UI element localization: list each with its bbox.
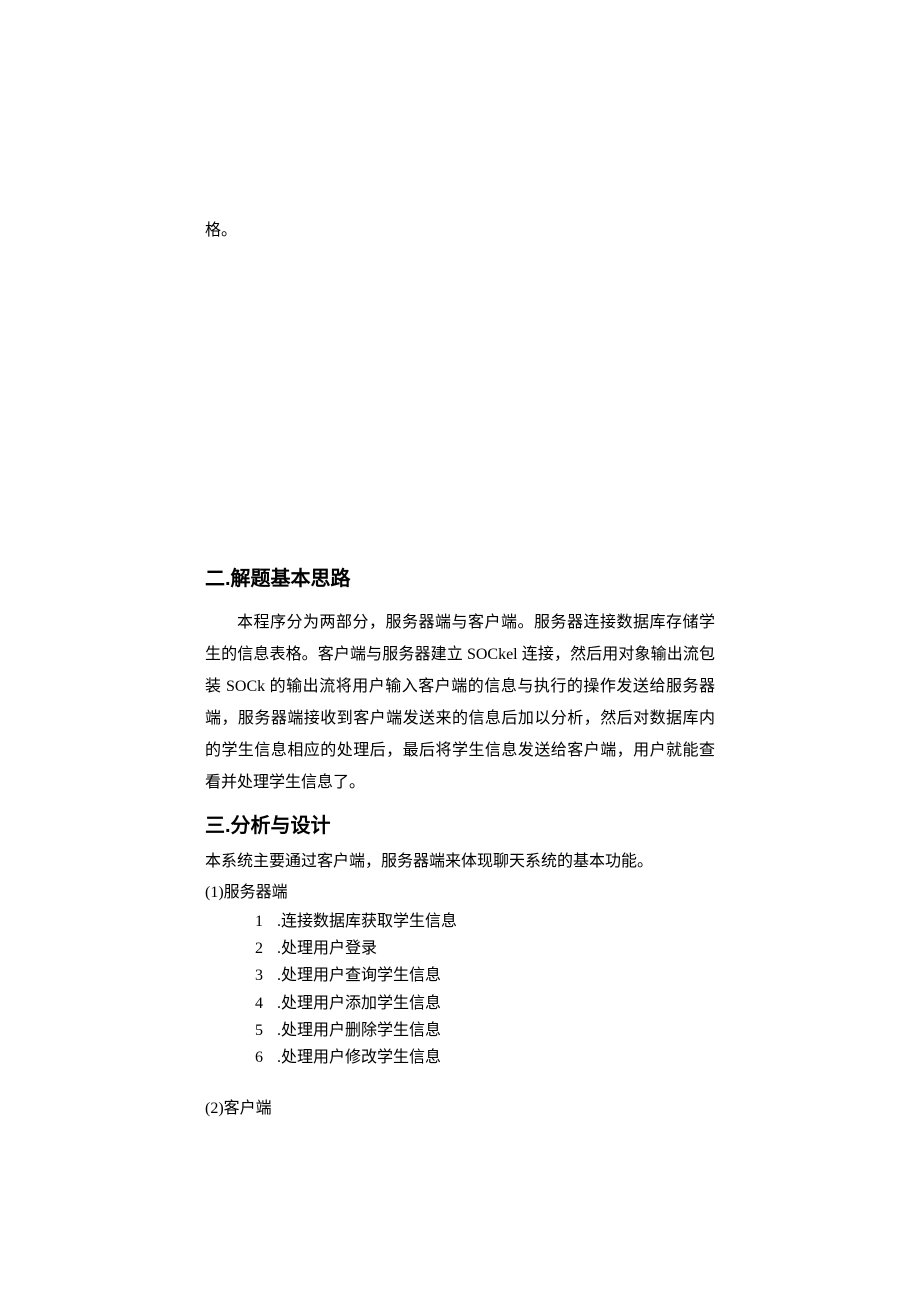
section-2-heading: 二.解题基本思路	[205, 562, 715, 591]
section-2-body: 本程序分为两部分，服务器端与客户端。服务器连接数据库存储学生的信息表格。客户端与…	[205, 607, 715, 799]
section-3-intro: 本系统主要通过客户端，服务器端来体现聊天系统的基本功能。	[205, 848, 715, 875]
list-item-text: .处理用户修改学生信息	[277, 1049, 441, 1066]
section-3-heading: 三.分析与设计	[205, 809, 715, 838]
list-item-text: .处理用户登录	[277, 940, 377, 957]
server-title: (1)服务器端	[205, 879, 715, 906]
list-item-text: .处理用户删除学生信息	[277, 1022, 441, 1039]
list-item: 6.处理用户修改学生信息	[205, 1044, 715, 1071]
list-item: 5.处理用户删除学生信息	[205, 1017, 715, 1044]
list-item: 4.处理用户添加学生信息	[205, 990, 715, 1017]
list-item-text: .连接数据库获取学生信息	[277, 913, 457, 930]
client-title: (2)客户端	[205, 1095, 715, 1122]
list-item-text: .处理用户查询学生信息	[277, 967, 441, 984]
list-item: 1.连接数据库获取学生信息	[205, 908, 715, 935]
list-item: 2.处理用户登录	[205, 935, 715, 962]
list-item-text: .处理用户添加学生信息	[277, 995, 441, 1012]
fragment-text: 格。	[205, 218, 715, 244]
list-item: 3.处理用户查询学生信息	[205, 962, 715, 989]
